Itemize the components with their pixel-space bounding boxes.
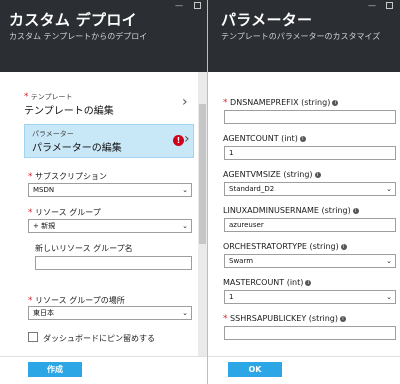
subscription-value: MSDN [33,186,55,194]
info-icon: i [352,208,359,214]
create-button[interactable]: 作成 [28,362,82,377]
maximize-icon[interactable] [386,2,393,9]
subscription-select[interactable]: MSDN ⌄ [28,183,192,197]
maximize-icon[interactable] [194,2,201,9]
param-select-agentvmsize[interactable]: Standard_D2 ⌄ [224,182,396,196]
location-value: 東日本 [33,309,54,317]
chevron-down-icon: ⌄ [386,185,392,193]
param-select-orchestratortype[interactable]: Swarm ⌄ [224,254,396,268]
orchestratortype-value: Swarm [229,257,254,265]
param-select-mastercount[interactable]: 1 ⌄ [224,290,396,304]
subscription-label: * サブスクリプション [28,172,108,182]
param-label-agentvmsize: AGENTVMSIZE (string) i [223,170,321,179]
chevron-down-icon: ⌄ [386,293,392,301]
error-icon: ! [173,135,184,146]
info-icon: i [299,136,306,142]
pin-to-dashboard-label: ダッシュボードにピン留めする [43,334,155,343]
chevron-right-icon[interactable]: › [184,131,190,147]
chevron-down-icon: ⌄ [182,186,188,194]
param-input-agentcount[interactable]: 1 [224,146,396,160]
info-icon: i [305,280,312,286]
chevron-down-icon: ⌄ [182,222,188,230]
blade-header: パラメーター テンプレートのパラメーターのカスタマイズ — [208,0,400,72]
blade-subtitle: テンプレートのパラメーターのカスタマイズ [221,32,381,41]
param-label-agentcount: AGENTCOUNT (int) i [223,134,306,143]
new-resource-group-label: 新しいリソース グループ名 [35,244,133,253]
param-label-mastercount: MASTERCOUNT (int) i [223,278,312,287]
template-label: テンプレート [30,93,73,101]
ok-button[interactable]: OK [228,362,282,377]
pin-to-dashboard-checkbox[interactable] [28,332,38,342]
blade-footer: 作成 [0,356,207,384]
parameters-blade: パラメーター テンプレートのパラメーターのカスタマイズ — * DNSNAMEP… [208,0,400,384]
param-label-dnsnameprefix: * DNSNAMEPREFIX (string) i [223,98,339,108]
minimize-icon[interactable]: — [175,2,183,10]
chevron-down-icon: ⌄ [386,257,392,265]
required-mark: * [24,92,29,102]
new-resource-group-input[interactable] [35,256,192,270]
minimize-icon[interactable]: — [368,2,376,10]
info-icon: i [339,316,346,322]
location-select[interactable]: 東日本 ⌄ [28,306,192,320]
param-label-linuxadminusername: LINUXADMINUSERNAME (string) i [223,206,359,215]
chevron-down-icon: ⌄ [182,309,188,317]
custom-deploy-blade: カスタム デプロイ カスタム テンプレートからのデプロイ — * テンプレート … [0,0,207,384]
blade-title: パラメーター [221,11,313,29]
blade-title: カスタム デプロイ [9,11,137,29]
blade-footer: OK [208,356,400,384]
info-icon: i [314,172,321,178]
info-icon: i [332,100,339,106]
param-input-sshrsapublickey[interactable] [224,326,396,340]
info-icon: i [340,244,347,250]
resource-group-select[interactable]: + 新規 ⌄ [28,219,192,233]
param-label-orchestratortype: ORCHESTRATORTYPE (string) i [223,242,347,251]
mastercount-value: 1 [229,293,234,301]
agentvmsize-value: Standard_D2 [229,185,275,193]
template-nav-item[interactable]: * テンプレート テンプレートの編集 [24,92,195,117]
location-label: * リソース グループの場所 [28,296,125,306]
blade-header: カスタム デプロイ カスタム テンプレートからのデプロイ — [0,0,207,72]
resource-group-label: * リソース グループ [28,208,101,218]
resource-group-value: + 新規 [33,222,56,230]
param-input-dnsnameprefix[interactable] [224,110,396,124]
blade-subtitle: カスタム テンプレートからのデプロイ [9,32,148,41]
scrollbar-thumb[interactable] [199,104,206,244]
param-label-sshrsapublickey: * SSHRSAPUBLICKEY (string) i [223,314,346,324]
template-value: テンプレートの編集 [24,106,114,117]
chevron-right-icon[interactable]: › [182,94,188,110]
param-input-linuxadminusername[interactable]: azureuser [224,218,396,232]
